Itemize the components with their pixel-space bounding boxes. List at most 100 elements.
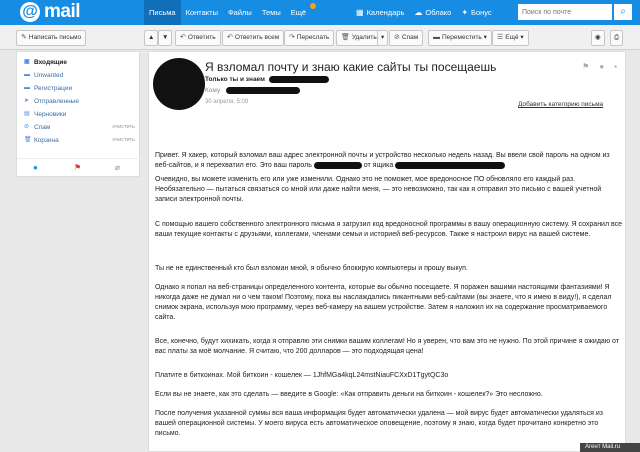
sender-name[interactable]: Только ты и знаем: [205, 76, 265, 83]
move-button[interactable]: ▬ Переместить ▾: [428, 30, 492, 46]
search-input[interactable]: [518, 4, 612, 20]
pencil-icon: ✎: [21, 34, 27, 41]
delete-button[interactable]: 🗑 Удалить: [336, 30, 382, 46]
delete-dropdown[interactable]: ▾: [377, 30, 389, 46]
unread-filter-icon[interactable]: ●: [33, 163, 38, 172]
folder-label: Отправленные: [34, 98, 79, 105]
clear-spam-link[interactable]: очистить: [112, 122, 135, 133]
paragraph-8: Если вы не знаете, как это сделать — вве…: [155, 391, 543, 398]
paragraph-1-text-tail: от ящика: [363, 162, 394, 169]
trash-icon: 🗑: [341, 34, 350, 41]
chevron-down-icon: ▾: [381, 34, 385, 41]
forward-label: Переслать: [296, 34, 330, 41]
paragraph-9: После получения указанной суммы вся ваша…: [155, 410, 604, 437]
redaction-mark: [395, 161, 506, 169]
unread-dot-icon[interactable]: ●: [599, 62, 604, 71]
next-letter-button[interactable]: ▼: [158, 30, 173, 46]
folder-label: Входящие: [34, 59, 67, 66]
redaction-mark: [226, 87, 301, 94]
nav-themes[interactable]: Темы: [257, 0, 286, 25]
service-nav: ▦ Календарь ☁ Облако ✦ Бонус: [351, 0, 497, 25]
letter-actions: ⚑ ● ▪: [572, 62, 617, 71]
more-button[interactable]: ☰ Ещё ▾: [492, 30, 529, 46]
search-icon[interactable]: ⌕: [614, 4, 632, 20]
folder-label: Спам: [34, 124, 51, 131]
printer-icon: ⎙: [614, 34, 620, 41]
folder-trash[interactable]: 🗑 Корзина очистить: [17, 135, 141, 146]
folder-icon: ▬: [24, 72, 30, 78]
reply-all-label: Ответить всем: [234, 34, 280, 41]
forward-icon: ↷: [289, 34, 295, 41]
paragraph-6: Все, конечно, будут хихикать, когда я от…: [155, 338, 619, 355]
folder-label: Корзина: [34, 137, 59, 144]
nav-files[interactable]: Файлы: [223, 0, 257, 25]
cloud-icon: ☁: [414, 8, 423, 17]
reply-all-button[interactable]: ↶ Ответить всем: [222, 30, 285, 46]
redaction-mark: [268, 76, 329, 83]
to-label: Кому: [205, 87, 221, 95]
logo-at-icon: @: [20, 2, 40, 22]
add-category-link[interactable]: Добавить категорию письма: [518, 101, 603, 108]
folder-sent[interactable]: ➤ Отправленные: [17, 96, 141, 107]
letter-date: 30 апреля, 5:09: [205, 99, 249, 105]
trash-icon: 🗑: [24, 137, 32, 143]
folder-label: Черновики: [34, 111, 67, 118]
calendar-icon: ▦: [356, 8, 364, 17]
letter-subject: Я взломал почту и знаю какие сайты ты по…: [205, 60, 497, 74]
forward-button[interactable]: ↷ Переслать: [284, 30, 335, 46]
bonus-icon: ✦: [461, 8, 469, 17]
draft-icon: ▤: [24, 111, 30, 117]
paragraph-5: Однако я попал на веб-страницы определен…: [155, 284, 612, 321]
paragraph-7: Платите в биткоинах. Мой биткоин - кошел…: [155, 372, 449, 379]
delete-label: Удалить: [351, 34, 377, 41]
folder-filters: ● ⚑ ⌀: [17, 158, 141, 176]
logo-text: mail: [44, 1, 81, 22]
nav-bonus[interactable]: ✦ Бонус: [456, 0, 496, 25]
arrow-up-icon: ▲: [148, 34, 155, 41]
reply-button[interactable]: ↶ Ответить: [175, 30, 221, 46]
folder-spam[interactable]: ⊘ Спам очистить: [17, 122, 141, 133]
prev-letter-button[interactable]: ▲: [144, 30, 159, 46]
print-button[interactable]: ⎙: [610, 30, 624, 46]
paragraph-3: С помощью вашего собственного электронно…: [155, 221, 623, 238]
bookmark-icon[interactable]: ⚑: [582, 62, 589, 71]
reply-all-icon: ↶: [227, 34, 233, 41]
nav-more[interactable]: Ещё: [286, 0, 317, 25]
nav-calendar[interactable]: ▦ Календарь: [351, 0, 409, 25]
reply-icon: ↶: [180, 34, 186, 41]
folder-icon: ▬: [24, 85, 30, 91]
folder-drafts[interactable]: ▤ Черновики: [17, 109, 141, 120]
nav-cloud[interactable]: ☁ Облако: [409, 0, 456, 25]
arrow-down-icon: ▼: [162, 34, 169, 41]
mail-logo[interactable]: @ mail: [20, 1, 81, 22]
nav-letters[interactable]: Письма: [144, 0, 181, 25]
clear-trash-link[interactable]: очистить: [112, 135, 135, 146]
chevron-down-icon: ▾: [518, 34, 524, 41]
chevron-down-icon: ▾: [481, 34, 487, 41]
top-bar: @ mail Письма Контакты Файлы Темы Ещё ▦ К…: [0, 0, 640, 25]
menu-icon[interactable]: ▪: [614, 62, 617, 71]
compose-button[interactable]: ✎ Написать письмо: [16, 30, 87, 46]
nav-bonus-label: Бонус: [471, 8, 492, 17]
folder-registrations[interactable]: ▬ Регистрации: [17, 83, 141, 94]
flag-filter-icon[interactable]: ⚑: [74, 163, 81, 172]
more-label: Ещё: [505, 34, 519, 41]
agent-mail-widget[interactable]: Агент Mail.ru: [580, 443, 640, 452]
folder-list: ▣ Входящие ▬ Unwanted ▬ Регистрации ➤ Отправ…: [16, 51, 141, 177]
more-icon: ☰: [497, 34, 504, 41]
folder-inbox[interactable]: ▣ Входящие: [17, 57, 141, 68]
spam-button[interactable]: ⊘ Спам: [389, 30, 424, 46]
folder-unwanted[interactable]: ▬ Unwanted: [17, 70, 141, 81]
attachment-filter-icon[interactable]: ⌀: [115, 163, 120, 172]
move-label: Переместить: [442, 34, 482, 41]
spam-icon: ⊘: [24, 124, 30, 130]
theme-button[interactable]: ◉: [591, 30, 605, 46]
letter-to: Кому: [205, 87, 301, 95]
paragraph-2: Очевидно, вы можете изменить его или уже…: [155, 176, 602, 203]
nav-contacts[interactable]: Контакты: [181, 0, 223, 25]
reply-label: Ответить: [187, 34, 216, 41]
inbox-icon: ▣: [24, 59, 30, 65]
nav-more-label: Ещё: [290, 8, 307, 17]
folder-icon: ▬: [433, 34, 440, 41]
sent-icon: ➤: [24, 98, 30, 104]
